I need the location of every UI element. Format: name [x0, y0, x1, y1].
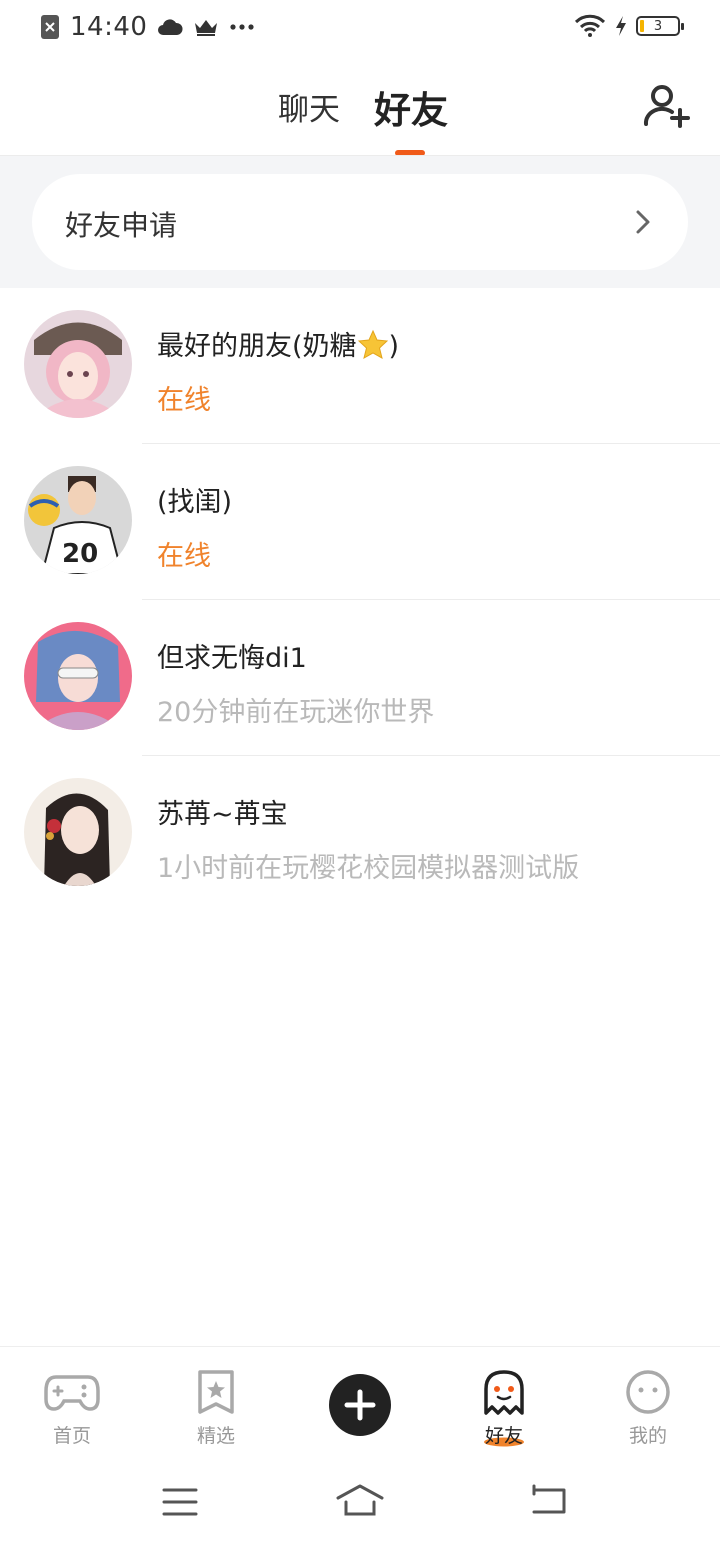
nav-label: 我的 — [628, 1425, 667, 1447]
nav-label: 好友 — [484, 1425, 524, 1447]
avatar[interactable] — [24, 778, 132, 886]
battery-icon: 3 — [636, 16, 684, 36]
plus-icon — [344, 1389, 376, 1421]
friend-list: 最好的朋友(奶糖) 在线 20 (找闺) 在线 但求无悔di1 20分钟前在玩迷… — [0, 288, 720, 912]
friend-request-button[interactable]: 好友申请 — [32, 174, 688, 270]
friend-status: 在线 — [157, 385, 211, 416]
menu-icon[interactable] — [160, 1486, 200, 1518]
friend-row[interactable]: 但求无悔di1 20分钟前在玩迷你世界 — [0, 600, 720, 756]
friend-name: 但求无悔di1 — [157, 643, 307, 674]
friends-screen: 14:40 3 聊天 好友 好友申请 最好的朋友(奶糖) 在线 20 (找闺)… — [0, 0, 720, 1544]
more-icon — [230, 24, 255, 30]
nav-profile[interactable]: 我的 — [598, 1369, 698, 1448]
friend-request-label: 好友申请 — [65, 209, 178, 242]
status-right: 3 — [574, 14, 684, 38]
create-button[interactable] — [329, 1374, 391, 1436]
friend-name: 苏苒~苒宝 — [157, 799, 288, 830]
crown-icon — [195, 20, 218, 36]
gamepad-icon — [44, 1375, 100, 1411]
ghost-icon — [484, 1370, 524, 1415]
nav-label: 精选 — [196, 1425, 235, 1447]
friend-row[interactable]: 最好的朋友(奶糖) 在线 — [0, 288, 720, 444]
tab-friends[interactable]: 好友 — [374, 80, 448, 134]
status-time: 14:40 — [70, 12, 148, 42]
nav-label: 首页 — [52, 1425, 91, 1447]
app-close-icon — [41, 15, 59, 39]
friend-name: (找闺) — [157, 487, 233, 518]
chevron-right-icon — [636, 210, 650, 234]
status-bar: 14:40 3 — [0, 0, 720, 56]
friend-status: 在线 — [157, 541, 211, 572]
nav-friends[interactable]: 好友 — [454, 1369, 554, 1448]
svg-text:20: 20 — [62, 539, 98, 569]
system-nav-bar — [0, 1460, 720, 1544]
bottom-nav: 首页 精选 好友 我的 — [0, 1346, 720, 1459]
avatar[interactable] — [24, 310, 132, 418]
tab-chat[interactable]: 聊天 — [278, 84, 340, 129]
header: 聊天 好友 — [0, 56, 720, 156]
charging-icon — [616, 16, 626, 36]
friend-status: 1小时前在玩樱花校园模拟器测试版 — [157, 853, 580, 884]
add-friend-icon[interactable] — [642, 82, 690, 130]
star-emoji-icon — [357, 329, 388, 359]
status-left: 14:40 — [40, 12, 255, 42]
nav-home[interactable]: 首页 — [22, 1369, 122, 1448]
avatar[interactable] — [24, 622, 132, 730]
avatar[interactable]: 20 — [24, 466, 132, 574]
nav-featured[interactable]: 精选 — [166, 1369, 266, 1448]
cloud-icon — [158, 19, 183, 35]
friend-name: 最好的朋友(奶糖) — [157, 329, 400, 362]
friend-status: 20分钟前在玩迷你世界 — [157, 697, 435, 728]
wifi-icon — [574, 14, 606, 37]
home-icon[interactable] — [334, 1482, 386, 1518]
friend-row[interactable]: 苏苒~苒宝 1小时前在玩樱花校园模拟器测试版 — [0, 756, 720, 912]
face-icon — [626, 1370, 670, 1414]
star-bookmark-icon — [198, 1370, 234, 1414]
friend-row[interactable]: 20 (找闺) 在线 — [0, 444, 720, 600]
friend-request-section: 好友申请 — [0, 156, 720, 288]
back-icon[interactable] — [528, 1484, 570, 1518]
battery-level: 3 — [653, 18, 663, 34]
